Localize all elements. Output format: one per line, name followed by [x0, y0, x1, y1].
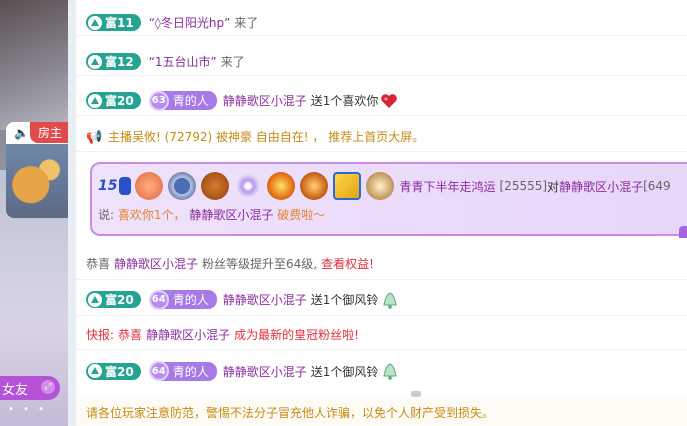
scroll-to-bottom-handle[interactable]: [411, 391, 421, 397]
friend-label: 女友: [2, 383, 29, 398]
say-text: 喜欢你1个，: [117, 208, 186, 222]
bull-crown-icon: [300, 172, 329, 200]
level-medal-icon: [366, 172, 395, 200]
upgrade-text: 粉丝等级提升至64级,: [202, 257, 318, 271]
heart-gift-icon: [380, 93, 398, 109]
fan-level-badge: 64 青的人: [148, 289, 217, 310]
wealth-badge: 富20: [86, 362, 141, 380]
megaphone-icon: 📢: [86, 129, 103, 145]
username[interactable]: 静静歌区小混子: [146, 326, 230, 343]
gift-to-label: 对: [547, 179, 560, 194]
video-frame-top: [0, 0, 68, 130]
wealth-icon: [88, 364, 102, 378]
gift-sender-id: [25555]: [499, 179, 548, 193]
host-avatar: [6, 144, 68, 218]
gift-receiver-id: [649: [643, 179, 671, 193]
gift-text: 送1个御风铃: [310, 364, 379, 379]
news-congrats: 恭喜: [118, 328, 143, 342]
fan-level-badge: 63 青的人: [148, 90, 217, 111]
upgrade-prefix: 恭喜: [86, 257, 111, 271]
chat-message: 富11 “◊冬日阳光hp” 来了: [76, 10, 687, 36]
wind-chime-gift-icon: [382, 291, 398, 309]
gift-text: 送1个御风铃: [310, 293, 379, 307]
wealth-badge: 富20: [86, 92, 141, 109]
gift-message: 富20 64 青的人 静静歌区小混子 送1个御风铃: [76, 284, 687, 316]
host-tag: 房主: [29, 122, 68, 143]
bronze-shield-icon: [201, 172, 230, 200]
say-tail: 破费啦～: [277, 208, 326, 222]
panel-divider: [68, 0, 76, 426]
say-user[interactable]: 静静歌区小混子: [189, 208, 273, 222]
fan-upgrade-message: 恭喜 静静歌区小混子 粉丝等级提升至64级, 查看权益!: [76, 248, 687, 280]
gift-sender[interactable]: 青青下半年走鸿运: [399, 178, 495, 195]
video-strip: 🔈 房主 女友 ⤢ • • •: [0, 0, 68, 426]
gift-banner-header: 15 青青下半年走鸿运 [25555] 对 静静歌区小混子 [649: [98, 172, 671, 200]
wealth-badge: 富12: [86, 53, 141, 70]
gift-message: 富20 64 青的人 静静歌区小混子 送1个御风铃: [76, 356, 687, 386]
wealth-icon: [88, 54, 102, 69]
chat-panel: 富11 “◊冬日阳光hp” 来了 富12 “1五台山市” 来了 富20 63 青的…: [76, 0, 687, 426]
username[interactable]: 静静歌区小混子: [223, 92, 307, 109]
username[interactable]: “1五台山市”: [149, 53, 217, 70]
wealth-badge: 富20: [86, 291, 141, 308]
crown-medal-icon: [119, 177, 132, 195]
wealth-icon: [88, 93, 102, 108]
announcement-text: 主播吴攸! (72792) 被神豪 自由自在! ， 推荐上首页大屏。: [108, 130, 425, 144]
say-label: 说:: [98, 208, 115, 222]
card-edge-marker: [679, 226, 687, 238]
gift-message: 富20 63 青的人 静静歌区小混子 送1个喜欢你: [76, 86, 687, 116]
username[interactable]: “◊冬日阳光hp”: [149, 14, 231, 31]
fan-level-badge: 64 青的人: [148, 361, 217, 381]
wealth-icon: [88, 292, 102, 307]
more-dots[interactable]: • • •: [8, 404, 47, 415]
gift-receiver[interactable]: 静静歌区小混子: [559, 178, 643, 195]
fire-orb-icon: [267, 172, 296, 200]
safety-warning: 请各位玩家注意防范，警惕不法分子冒充他人诈骗，以免个人财产受到损失。: [76, 398, 687, 426]
gift-text: 送1个喜欢你: [310, 94, 379, 108]
gift-banner-card: 15 青青下半年走鸿运 [25555] 对 静静歌区小混子 [649 说: 喜欢…: [90, 162, 687, 238]
gold-car-icon: [333, 172, 362, 200]
rank-number: 15: [98, 178, 118, 194]
sparkle-medal-icon: [234, 172, 263, 200]
username[interactable]: 静静歌区小混子: [114, 255, 198, 272]
host-card[interactable]: 🔈 房主: [6, 122, 68, 218]
chat-message: 富12 “1五台山市” 来了: [76, 48, 687, 76]
username[interactable]: 静静歌区小混子: [223, 363, 307, 380]
friend-tag[interactable]: 女友 ⤢: [0, 376, 60, 400]
wealth-icon: [88, 15, 102, 30]
message-text: 来了: [234, 16, 259, 30]
wind-chime-gift-icon: [382, 362, 398, 380]
username[interactable]: 静静歌区小混子: [223, 291, 307, 308]
news-text: 成为最新的皇冠粉丝啦!: [234, 328, 359, 342]
gift-banner-message: 说: 喜欢你1个， 静静歌区小混子 破费啦～: [98, 206, 325, 223]
view-benefits-link[interactable]: 查看权益!: [321, 255, 374, 272]
news-prefix: 快报:: [86, 328, 115, 342]
news-message: 快报: 恭喜 静静歌区小混子 成为最新的皇冠粉丝啦!: [76, 320, 687, 350]
announcement: 📢 主播吴攸! (72792) 被神豪 自由自在! ， 推荐上首页大屏。: [76, 122, 687, 152]
expand-icon[interactable]: ⤢: [41, 380, 55, 394]
star-medal-icon: [135, 172, 164, 200]
wealth-badge: 富11: [86, 14, 141, 31]
message-text: 来了: [220, 55, 245, 69]
compass-medal-icon: [168, 172, 197, 200]
speaker-icon: 🔈: [14, 126, 29, 140]
